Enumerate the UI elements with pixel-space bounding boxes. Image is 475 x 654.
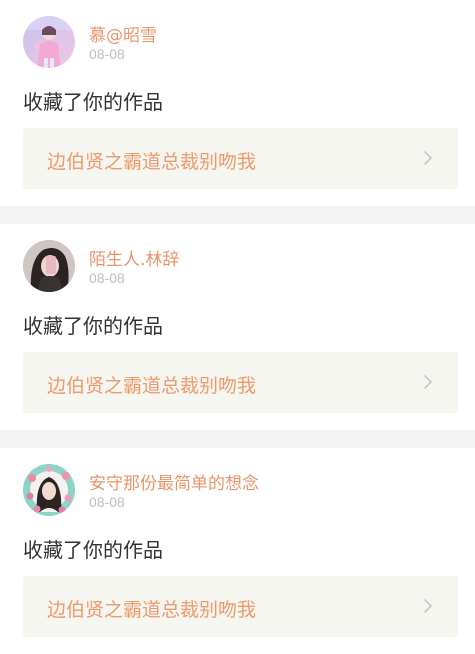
work-title: 边伯贤之霸道总裁别吻我 [47, 151, 257, 173]
card-separator [0, 206, 475, 224]
action-text: 收藏了你的作品 [23, 314, 163, 338]
notification-card: 陌生人.林辞 08-08 收藏了你的作品 边伯贤之霸道总裁别吻我 [0, 224, 475, 430]
user-avatar[interactable] [23, 16, 75, 68]
timestamp: 08-08 [89, 46, 125, 62]
work-link[interactable]: 边伯贤之霸道总裁别吻我 [23, 576, 458, 637]
notification-card: 安守那份最简单的想念 08-08 收藏了你的作品 边伯贤之霸道总裁别吻我 [0, 448, 475, 654]
username[interactable]: 慕@昭雪 [89, 21, 157, 46]
work-title: 边伯贤之霸道总裁别吻我 [47, 375, 257, 397]
avatar-image-icon [23, 16, 75, 68]
action-text: 收藏了你的作品 [23, 538, 163, 562]
username[interactable]: 安守那份最简单的想念 [89, 469, 259, 494]
notification-feed: 慕@昭雪 08-08 收藏了你的作品 边伯贤之霸道总裁别吻我 陌生人.林辞 08… [0, 0, 475, 654]
work-link[interactable]: 边伯贤之霸道总裁别吻我 [23, 128, 458, 189]
avatar-image-icon [23, 464, 75, 516]
chevron-right-icon [420, 374, 436, 390]
chevron-right-icon [420, 598, 436, 614]
user-avatar[interactable] [23, 240, 75, 292]
user-avatar[interactable] [23, 464, 75, 516]
username[interactable]: 陌生人.林辞 [89, 245, 179, 270]
timestamp: 08-08 [89, 270, 125, 286]
card-separator [0, 430, 475, 448]
work-link[interactable]: 边伯贤之霸道总裁别吻我 [23, 352, 458, 413]
work-title: 边伯贤之霸道总裁别吻我 [47, 599, 257, 621]
timestamp: 08-08 [89, 494, 125, 510]
action-text: 收藏了你的作品 [23, 90, 163, 114]
avatar-image-icon [23, 240, 75, 292]
chevron-right-icon [420, 150, 436, 166]
notification-card: 慕@昭雪 08-08 收藏了你的作品 边伯贤之霸道总裁别吻我 [0, 0, 475, 206]
